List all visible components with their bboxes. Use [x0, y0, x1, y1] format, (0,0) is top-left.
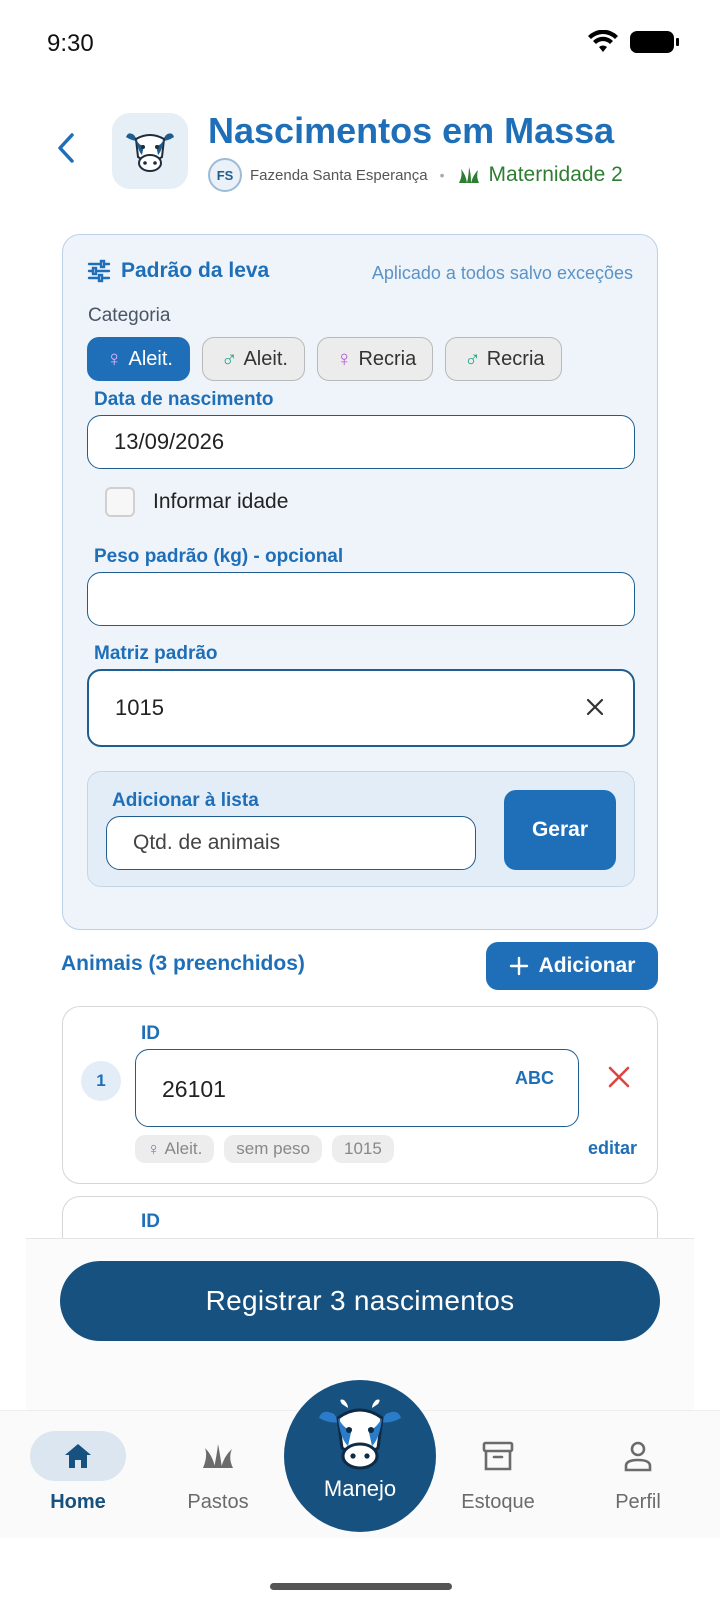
header-subtitle: FS Fazenda Santa Esperança • Maternidade…: [208, 158, 623, 192]
female-icon: ♀: [335, 346, 353, 371]
cow-icon: [319, 1399, 401, 1470]
animal-id-label: ID: [141, 1211, 160, 1232]
pattern-title: Padrão da leva: [121, 259, 270, 282]
nav-home-label: Home: [50, 1491, 106, 1513]
farm-avatar: FS: [208, 158, 242, 192]
animal-id-field[interactable]: 26101 ABC: [135, 1049, 579, 1127]
manejo-label: Manejo: [323, 1476, 397, 1501]
add-animal-label: Adicionar: [538, 954, 636, 977]
add-list-label: Adicionar à lista: [112, 790, 259, 811]
nav-stock-pill: [450, 1431, 546, 1481]
pattern-hint: Aplicado a todos salvo exceções: [371, 263, 633, 283]
cow-icon: [126, 133, 174, 172]
remove-animal-icon[interactable]: [605, 1063, 633, 1091]
nav-pastures[interactable]: Pastos: [158, 1431, 278, 1514]
chip-female-recria[interactable]: ♀ Recria: [316, 337, 434, 381]
male-icon: ♂: [220, 346, 238, 371]
generate-button[interactable]: Gerar: [504, 790, 616, 870]
farm-name: Fazenda Santa Esperança: [250, 166, 428, 184]
birth-date-field[interactable]: 13/09/2026: [87, 415, 635, 469]
tag-weight: sem peso: [224, 1135, 322, 1163]
nav-pastures-pill: [170, 1431, 266, 1481]
back-button[interactable]: [46, 128, 86, 168]
grass-icon: [458, 167, 479, 183]
animal-number-badge: 1: [81, 1061, 121, 1101]
chevron-left-icon: [58, 133, 74, 163]
archive-icon: [482, 1441, 514, 1471]
chip-label: Aleit.: [243, 347, 288, 370]
inform-age-row[interactable]: Informar idade: [105, 487, 288, 517]
female-icon: ♀: [147, 1138, 161, 1159]
person-icon: [624, 1441, 652, 1472]
chip-label: Recria: [486, 347, 545, 370]
keyboard-mode-toggle[interactable]: ABC: [515, 1068, 554, 1089]
chip-label: Aleit.: [128, 347, 173, 370]
home-indicator: [270, 1583, 452, 1590]
status-icons: [588, 30, 679, 54]
tag-category-text: Aleit.: [164, 1139, 203, 1158]
mother-value: 1015: [115, 695, 164, 720]
quantity-input[interactable]: Qtd. de animais: [106, 816, 476, 870]
category-label: Categoria: [88, 305, 171, 326]
nav-profile[interactable]: Perfil: [578, 1431, 698, 1514]
category-chips: ♀ Aleit. ♂ Aleit. ♀ Recria ♂ Recria: [87, 337, 562, 381]
batch-pattern-card: Padrão da leva Aplicado a todos salvo ex…: [62, 234, 658, 930]
plus-icon: [509, 956, 528, 976]
animal-id-label: ID: [141, 1023, 160, 1044]
grass-icon: [203, 1444, 233, 1468]
chip-male-aleit[interactable]: ♂ Aleit.: [201, 337, 305, 381]
animal-id-value: 26101: [162, 1076, 226, 1102]
mother-field[interactable]: 1015: [87, 669, 635, 747]
chip-label: Recria: [358, 347, 417, 370]
page-title: Nascimentos em Massa: [208, 110, 615, 151]
nav-profile-pill: [590, 1431, 686, 1481]
birth-date-value: 13/09/2026: [114, 429, 225, 454]
birth-date-label: Data de nascimento: [94, 389, 274, 410]
register-births-button[interactable]: Registrar 3 nascimentos: [60, 1261, 660, 1341]
nav-stock[interactable]: Estoque: [438, 1431, 558, 1514]
male-icon: ♂: [464, 346, 481, 371]
tune-icon: [87, 259, 111, 283]
tag-category: ♀ Aleit.: [135, 1135, 215, 1163]
animals-title: Animais (3 preenchidos): [61, 952, 305, 975]
weight-field[interactable]: [87, 572, 635, 626]
battery-icon: [630, 31, 679, 53]
mother-label: Matriz padrão: [94, 643, 218, 664]
home-icon: [65, 1444, 91, 1468]
nav-home[interactable]: Home: [18, 1431, 138, 1514]
inform-age-label: Informar idade: [153, 490, 289, 513]
nav-stock-label: Estoque: [461, 1491, 535, 1513]
quantity-placeholder: Qtd. de animais: [133, 831, 281, 854]
chip-male-recria[interactable]: ♂ Recria: [445, 337, 562, 381]
edit-animal-link[interactable]: editar: [588, 1138, 637, 1159]
add-animal-button[interactable]: Adicionar: [486, 942, 658, 990]
status-time: 9:30: [47, 30, 94, 57]
wifi-icon: [588, 30, 618, 52]
weight-label: Peso padrão (kg) - opcional: [94, 546, 344, 567]
status-bar: 9:30: [0, 0, 720, 90]
page-header: Nascimentos em Massa FS Fazenda Santa Es…: [0, 100, 720, 200]
manejo-fab-button[interactable]: Manejo: [284, 1380, 436, 1532]
clear-icon[interactable]: [583, 695, 607, 719]
animal-tags: ♀ Aleit. sem peso 1015: [135, 1135, 394, 1163]
pattern-card-header: Padrão da leva: [87, 259, 269, 283]
tag-mother: 1015: [332, 1135, 394, 1163]
separator-dot: •: [439, 167, 445, 183]
nav-home-pill: [30, 1431, 126, 1481]
animal-card: 1 ID 26101 ABC ♀ Aleit. sem peso 1015 ed…: [62, 1006, 658, 1184]
nav-profile-label: Perfil: [615, 1491, 661, 1513]
chip-female-aleit[interactable]: ♀ Aleit.: [87, 337, 190, 381]
nav-pastures-label: Pastos: [187, 1491, 249, 1513]
add-to-list-box: Adicionar à lista Qtd. de animais Gerar: [87, 771, 635, 887]
female-icon: ♀: [106, 346, 123, 371]
lot-name: Maternidade 2: [457, 163, 623, 187]
lot-name-text: Maternidade 2: [488, 163, 623, 186]
inform-age-checkbox[interactable]: [105, 487, 135, 517]
app-logo: [112, 113, 188, 189]
